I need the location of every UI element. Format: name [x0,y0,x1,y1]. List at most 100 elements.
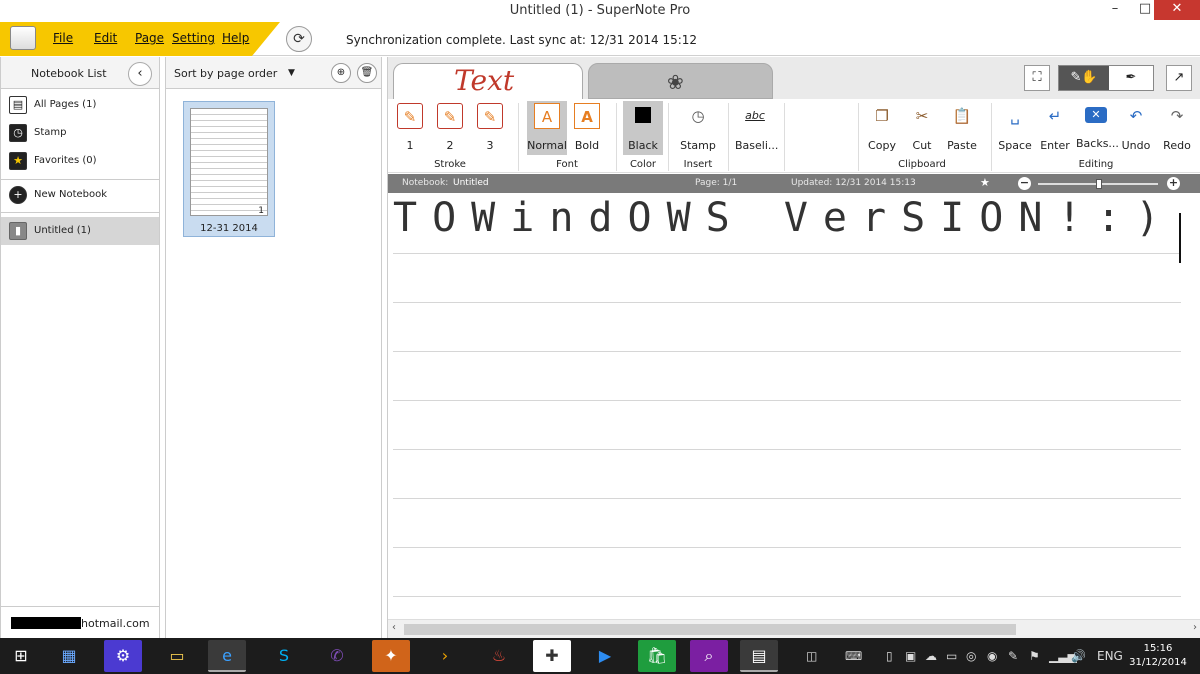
menu-help[interactable]: Help [222,31,249,45]
menu-file[interactable]: File [53,31,73,45]
paste-button[interactable]: 📋 Paste [942,101,982,155]
menu-edit[interactable]: Edit [94,31,117,45]
search-icon[interactable]: ⌕ [690,640,728,672]
input-mode-toggle[interactable]: ✎✋ ✒ [1058,65,1154,91]
backspace-label: Backs... [1076,137,1119,150]
supernote-taskbar-icon[interactable]: ▤ [740,640,778,672]
zoom-in-button[interactable]: + [1167,177,1180,190]
pen-touch-icon[interactable]: ✎✋ [1059,66,1109,90]
stroke-2-button[interactable]: ✎ 2 [430,101,470,155]
account-area[interactable]: hotmail.com [1,606,159,638]
collapse-panel-button[interactable]: ‹ [128,62,152,86]
sync-button[interactable]: ⟳ [286,26,312,52]
divider [616,103,617,171]
language-indicator[interactable]: ENG [1097,649,1123,663]
store-icon[interactable]: 🛍 [638,640,676,672]
popout-button[interactable]: ↗ [1166,65,1192,91]
zoom-slider-handle[interactable] [1096,179,1102,189]
start-button[interactable]: ⊞ [2,640,40,672]
media-player-icon[interactable]: ▶ [586,640,624,672]
notebook-label: Notebook: [402,178,449,188]
horizontal-scrollbar[interactable]: ‹ › [388,619,1200,638]
undo-label: Undo [1121,139,1151,152]
font-bold-icon: A [574,103,600,129]
nav-all-pages[interactable]: ▤ All Pages (1) [1,91,159,119]
enter-button[interactable]: ↵ Enter [1035,101,1075,155]
page-number: 1 [258,206,264,216]
notebook-item-untitled[interactable]: ▮ Untitled (1) [1,217,159,245]
globe-icon[interactable]: ◉ [987,649,997,663]
zoom-out-button[interactable]: − [1018,177,1031,190]
scroll-left-icon[interactable]: ‹ [392,622,396,633]
stroke-1-button[interactable]: ✎ 1 [390,101,430,155]
divider [991,103,992,171]
internet-explorer-icon[interactable]: e [208,640,246,672]
stamp-button[interactable]: ◷ Stamp [678,101,718,155]
tools-icon[interactable]: ✎ [1008,649,1018,663]
minimize-button[interactable]: – [1100,0,1130,20]
redo-button[interactable]: ↷ Redo [1157,101,1197,155]
font-normal-label: Normal [527,139,567,152]
font-normal-button[interactable]: A Normal [527,101,567,155]
flag-icon[interactable]: ⚑ [1029,649,1040,663]
display-icon[interactable]: ▭ [946,649,957,663]
viber-icon[interactable]: ✆ [318,640,356,672]
keyboard-icon[interactable]: ⌨ [845,649,862,663]
backspace-button[interactable]: ✕ Backs... [1076,101,1119,155]
baseline-sample: abc [745,109,765,122]
cut-button[interactable]: ✂ Cut [902,101,942,155]
clock-date: 31/12/2014 [1129,657,1187,668]
nav-stamp[interactable]: ◷ Stamp [1,119,159,147]
desktop-app-icon[interactable]: ▦ [50,640,88,672]
cloud-icon[interactable]: ☁ [925,649,937,663]
copy-label: Copy [868,139,896,152]
color-picker-button[interactable]: Black [623,101,663,155]
font-bold-button[interactable]: A Bold [567,101,607,155]
stroke-3-button[interactable]: ✎ 3 [470,101,510,155]
paste-label: Paste [947,139,977,152]
sort-dropdown[interactable]: Sort by page order [174,67,277,80]
font-bold-label: Bold [574,139,600,152]
star-icon[interactable]: ★ [980,176,990,189]
menu-setting[interactable]: Setting [172,31,215,45]
settings-app-icon[interactable]: ⚙ [104,640,142,672]
popcorn-icon[interactable]: ♨ [480,640,518,672]
delete-page-button[interactable]: 🗑 [357,63,377,83]
mouse-icon[interactable]: ◫ [806,649,817,663]
ruled-line [393,449,1181,450]
close-button[interactable]: ✕ [1154,0,1200,20]
shield-icon[interactable]: ◎ [966,649,976,663]
taskbar-clock[interactable]: 15:16 31/12/2014 [1128,642,1188,670]
menu-page[interactable]: Page [135,31,164,45]
game-app-icon[interactable]: ✦ [372,640,410,672]
space-button[interactable]: ␣ Space [995,101,1035,155]
chevron-down-icon[interactable]: ▼ [288,68,295,78]
undo-button[interactable]: ↶ Undo [1116,101,1156,155]
page-date: 12-31 2014 [200,223,258,234]
file-explorer-icon[interactable]: ▭ [158,640,196,672]
plex-icon[interactable]: › [426,640,464,672]
fullscreen-button[interactable]: ⛶ [1024,65,1050,91]
stroke-2-label: 2 [446,139,454,152]
handwriting-text: TOWindOWS VerSION!:) [393,195,1175,241]
tab-draw[interactable]: ❀ [588,63,773,99]
page-thumbnail[interactable]: 1 12-31 2014 [183,101,275,237]
tab-text[interactable]: Text [393,63,583,99]
page-thumbnail-preview [190,108,268,216]
new-notebook-button[interactable]: + New Notebook [1,181,159,209]
volume-icon[interactable]: 🔊 [1071,649,1086,663]
baseline-button[interactable]: abc Baseli... [735,101,778,155]
scrollbar-thumb[interactable] [404,624,1016,635]
scroll-right-icon[interactable]: › [1193,622,1197,633]
app-logo-icon[interactable] [10,26,36,50]
snipping-app-icon[interactable]: ✚ [533,640,571,672]
pen-icon[interactable]: ✒ [1109,66,1153,90]
battery-icon[interactable]: ▯ [886,649,893,663]
skype-icon[interactable]: S [265,640,303,672]
add-page-button[interactable]: ⊕ [331,63,351,83]
writing-canvas[interactable]: TOWindOWS VerSION!:) [388,193,1200,619]
copy-button[interactable]: ❐ Copy [862,101,902,155]
add-icon: + [9,186,27,204]
network-icon[interactable]: ▣ [905,649,916,663]
nav-favorites[interactable]: ★ Favorites (0) [1,147,159,175]
